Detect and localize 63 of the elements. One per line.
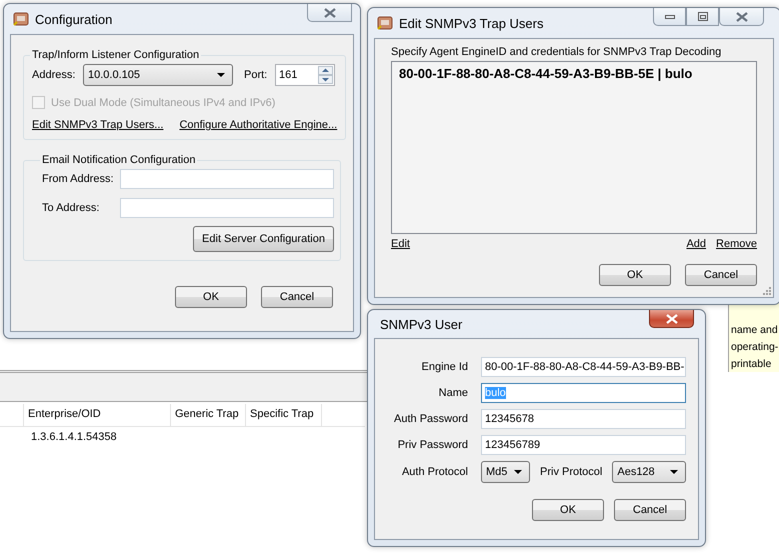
field-label: To Address:	[42, 202, 100, 214]
ok-button[interactable]: OK	[599, 264, 671, 286]
link[interactable]: Edit SNMPv3 Trap Users...	[32, 119, 164, 131]
maximize-button[interactable]	[686, 8, 719, 26]
link[interactable]: Configure Authoritative Engine...	[179, 119, 338, 131]
description-line: name and	[731, 323, 779, 338]
field-label: Engine Id	[420, 361, 468, 373]
edit-server-button[interactable]: Edit Server Configuration	[193, 226, 334, 252]
window-title: Edit SNMPv3 Trap Users	[399, 16, 544, 30]
ok-button[interactable]: OK	[175, 286, 247, 308]
list-item[interactable]: 80-00-1F-88-80-A8-C8-44-59-A3-B9-BB-5E | bulo	[392, 62, 700, 85]
maximize-icon	[698, 12, 708, 21]
instruction-text: Specify Agent EngineID and credentials for SNMPv3 Trap Decoding	[391, 46, 722, 58]
field-label: Auth Password	[393, 413, 468, 425]
window-title: Configuration	[35, 12, 112, 26]
field-label: Auth Protocol	[400, 466, 468, 478]
group-title: Trap/Inform Listener Configuration	[31, 49, 200, 61]
port-spinner[interactable]: 161	[275, 64, 335, 86]
cancel-button[interactable]: Cancel	[685, 264, 757, 286]
auth-protocol-dropdown[interactable]: Md5	[481, 461, 530, 483]
close-button[interactable]	[649, 310, 694, 328]
text-field[interactable]: 80-00-1F-88-80-A8-C8-44-59-A3-B9-BB-	[481, 357, 686, 377]
field-label: Name	[438, 387, 468, 399]
field-label: From Address:	[42, 173, 115, 185]
text-field[interactable]: 12345678	[481, 409, 686, 429]
priv-protocol-dropdown[interactable]: Aes128	[612, 461, 686, 483]
field-label: Address:	[32, 69, 76, 81]
checkbox-label: Use Dual Mode (Simultaneous IPv4 and IPv6)	[51, 96, 276, 108]
spinner-arrows-icon	[318, 66, 333, 84]
description-line: printable	[731, 357, 772, 372]
window-title: SNMPv3 User	[379, 316, 462, 332]
resize-grip-icon	[762, 286, 771, 295]
link[interactable]: Remove	[716, 238, 757, 250]
column-header[interactable]: Generic Trap	[171, 404, 246, 426]
column-header[interactable]: Specific Trap	[246, 404, 322, 426]
address-dropdown[interactable]: 10.0.0.105	[83, 64, 233, 86]
app-icon	[13, 11, 29, 27]
close-button[interactable]	[307, 4, 352, 22]
app-icon	[377, 15, 393, 31]
text-field[interactable]	[120, 198, 334, 218]
text-field[interactable]	[120, 169, 334, 189]
column-header[interactable]: Enterprise/OID	[24, 404, 171, 426]
link[interactable]: Add	[686, 238, 706, 250]
cancel-button[interactable]: Cancel	[261, 286, 333, 308]
minimize-button[interactable]	[653, 8, 686, 26]
field-label: Port:	[244, 69, 268, 81]
link[interactable]: Edit	[391, 238, 410, 250]
close-button[interactable]	[719, 8, 764, 26]
cancel-button[interactable]: Cancel	[614, 499, 686, 521]
text-field[interactable]: 123456789	[481, 435, 686, 455]
close-icon	[666, 314, 678, 324]
description-line: operating-	[731, 340, 779, 355]
close-icon	[324, 8, 336, 18]
field-label: Priv Password	[396, 439, 468, 451]
close-icon	[736, 12, 748, 22]
caret-icon	[670, 470, 678, 474]
minimize-icon	[664, 14, 674, 18]
group-title: Email Notification Configuration	[41, 154, 196, 166]
caret-icon	[514, 470, 522, 474]
ok-button[interactable]: OK	[532, 499, 604, 521]
field-label: Priv Protocol	[540, 466, 602, 478]
caret-icon	[217, 73, 225, 77]
table-cell: 1.3.6.1.4.1.54358	[31, 431, 117, 443]
